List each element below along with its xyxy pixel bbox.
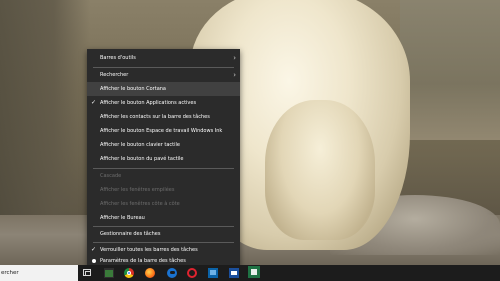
menu-item-label: Afficher les fenêtres côte à côte xyxy=(100,201,180,207)
chrome-icon[interactable] xyxy=(124,268,134,278)
menu-item-label: Afficher le bouton clavier tactile xyxy=(100,142,180,148)
firefox-icon[interactable] xyxy=(145,268,155,278)
menu-item-label: Cascade xyxy=(100,173,122,179)
menu-item-toolbars[interactable]: Barres d'outils › xyxy=(87,51,240,65)
menu-item-show-cortana-button[interactable]: Afficher le bouton Cortana xyxy=(87,82,240,96)
chevron-right-icon: › xyxy=(233,54,236,62)
chevron-right-icon: › xyxy=(233,71,236,79)
menu-item-label: Barres d'outils xyxy=(100,55,136,61)
task-view-icon[interactable] xyxy=(83,269,91,276)
settings-dot-icon xyxy=(92,259,96,263)
store-icon[interactable] xyxy=(104,268,114,278)
mail-icon[interactable] xyxy=(229,268,239,278)
menu-item-label: Afficher le bouton Cortana xyxy=(100,86,166,92)
desktop-wallpaper xyxy=(0,0,500,281)
search-input[interactable]: ercher xyxy=(0,265,78,281)
taskbar-context-menu: Barres d'outils › Rechercher › Afficher … xyxy=(87,49,240,269)
menu-item-show-touch-keyboard[interactable]: Afficher le bouton clavier tactile xyxy=(87,138,240,152)
menu-item-show-windows-ink[interactable]: Afficher le bouton Espace de travail Win… xyxy=(87,124,240,138)
taskbar: ercher xyxy=(0,265,500,281)
check-icon: ✓ xyxy=(91,99,97,106)
menu-item-label: Rechercher xyxy=(100,72,129,78)
menu-item-side-by-side: Afficher les fenêtres côte à côte xyxy=(87,197,240,211)
menu-item-label: Afficher le Bureau xyxy=(100,215,145,221)
menu-item-label: Verrouiller toutes les barres des tâches xyxy=(100,247,198,253)
menu-item-show-touchpad[interactable]: Afficher le bouton du pavé tactile xyxy=(87,152,240,166)
menu-item-label: Afficher le bouton Espace de travail Win… xyxy=(100,128,223,134)
search-placeholder: ercher xyxy=(1,270,19,276)
menu-item-show-people[interactable]: Afficher les contacts sur la barre des t… xyxy=(87,110,240,124)
edge-icon[interactable] xyxy=(167,268,177,278)
menu-item-label: Afficher le bouton Applications actives xyxy=(100,100,197,106)
menu-item-task-manager[interactable]: Gestionnaire des tâches xyxy=(87,227,240,241)
menu-item-label: Afficher les contacts sur la barre des t… xyxy=(100,114,210,120)
menu-item-show-task-view-button[interactable]: ✓ Afficher le bouton Applications active… xyxy=(87,96,240,110)
menu-item-label: Paramètres de la barre des tâches xyxy=(100,258,186,264)
opera-icon[interactable] xyxy=(187,268,197,278)
menu-item-label: Afficher les fenêtres empilées xyxy=(100,187,175,193)
excel-icon[interactable] xyxy=(248,266,260,278)
menu-item-show-desktop[interactable]: Afficher le Bureau xyxy=(87,211,240,225)
menu-item-label: Gestionnaire des tâches xyxy=(100,231,161,237)
menu-item-stacked-windows: Afficher les fenêtres empilées xyxy=(87,183,240,197)
app-icon[interactable] xyxy=(208,268,218,278)
menu-item-cascade: Cascade xyxy=(87,169,240,183)
menu-item-search[interactable]: Rechercher › xyxy=(87,68,240,82)
menu-item-label: Afficher le bouton du pavé tactile xyxy=(100,156,184,162)
